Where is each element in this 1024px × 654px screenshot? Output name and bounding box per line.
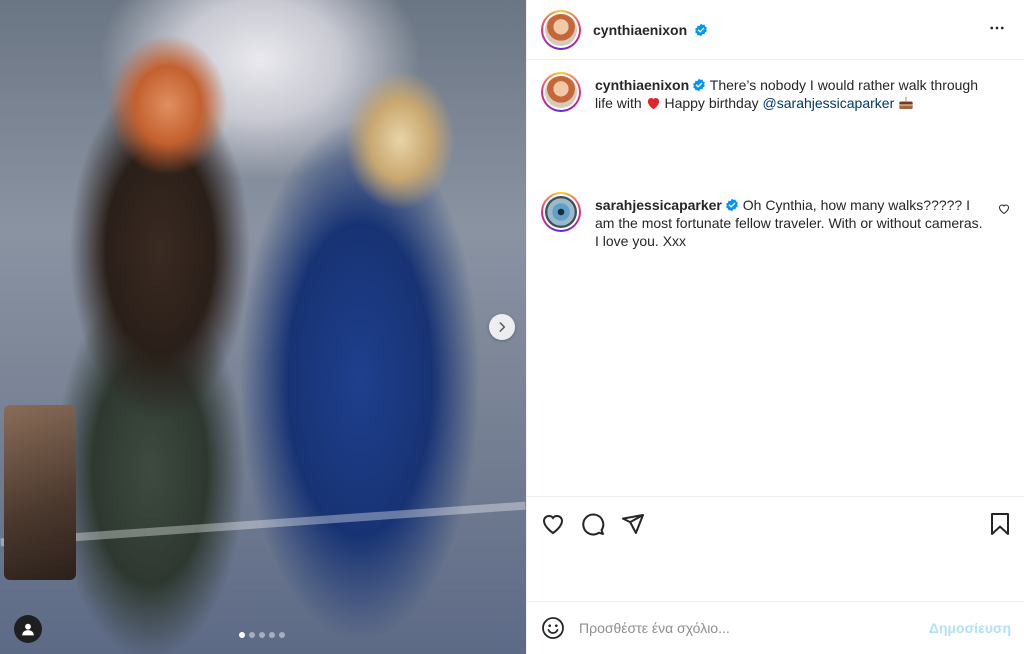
comment-input[interactable]	[579, 620, 929, 636]
save-button[interactable]	[989, 512, 1011, 536]
caption-username[interactable]: cynthiaenixon	[595, 77, 689, 93]
user-icon	[22, 623, 34, 636]
next-photo-button[interactable]	[489, 314, 515, 340]
handbag	[4, 405, 76, 580]
crosswalk-stripe	[0, 501, 526, 547]
emoji-picker-button[interactable]	[541, 616, 565, 640]
comment-item: sarahjessicaparker Oh Cynthia, how many …	[541, 192, 1010, 250]
chevron-right-icon	[499, 322, 506, 332]
smiley-icon	[542, 617, 564, 639]
carousel-dot	[269, 632, 275, 638]
verified-badge-icon	[695, 23, 707, 36]
post-header: cynthiaenixon	[527, 0, 1024, 60]
carousel-dot	[279, 632, 285, 638]
bookmark-icon	[991, 512, 1009, 535]
more-options-button[interactable]	[984, 15, 1010, 44]
post-photo	[0, 0, 526, 654]
comments-section: cynthiaenixon There’s nobody I would rat…	[527, 60, 1024, 496]
caption-body-2: Happy birthday	[660, 95, 763, 111]
like-button[interactable]	[541, 512, 565, 536]
carousel-dot	[259, 632, 265, 638]
heart-icon	[998, 204, 1010, 215]
comment-composer: Δημοσίευση	[527, 601, 1024, 654]
caption: cynthiaenixon There’s nobody I would rat…	[541, 72, 1010, 112]
verified-badge-icon	[693, 78, 705, 92]
comment-like-button[interactable]	[998, 202, 1010, 218]
avatar[interactable]	[541, 9, 581, 50]
comment-icon	[582, 513, 605, 535]
comment-button[interactable]	[581, 512, 605, 536]
carousel-dot	[249, 632, 255, 638]
verified-badge-icon	[726, 198, 738, 212]
mention-link[interactable]: @sarahjessicaparker	[763, 95, 895, 111]
post-actions	[527, 496, 1024, 550]
tagged-people-button[interactable]	[14, 615, 42, 643]
avatar[interactable]	[541, 192, 581, 232]
avatar[interactable]	[541, 72, 581, 112]
post-comment-button[interactable]: Δημοσίευση	[929, 620, 1011, 636]
post-details-panel: cynthiaenixon cynthiaenixon There’s nobo…	[526, 0, 1024, 654]
caption-text: cynthiaenixon There’s nobody I would rat…	[595, 76, 995, 112]
carousel-dot	[239, 632, 245, 638]
red-heart-emoji-icon	[647, 98, 659, 110]
more-horizontal-icon	[990, 26, 1004, 30]
send-icon	[622, 513, 644, 534]
share-button[interactable]	[621, 512, 645, 536]
carousel-indicator	[239, 632, 285, 638]
header-username[interactable]: cynthiaenixon	[593, 22, 708, 38]
comment-text: sarahjessicaparker Oh Cynthia, how many …	[595, 196, 985, 250]
cake-emoji-icon	[899, 96, 913, 109]
heart-icon	[542, 514, 564, 534]
comment-username[interactable]: sarahjessicaparker	[595, 197, 722, 213]
